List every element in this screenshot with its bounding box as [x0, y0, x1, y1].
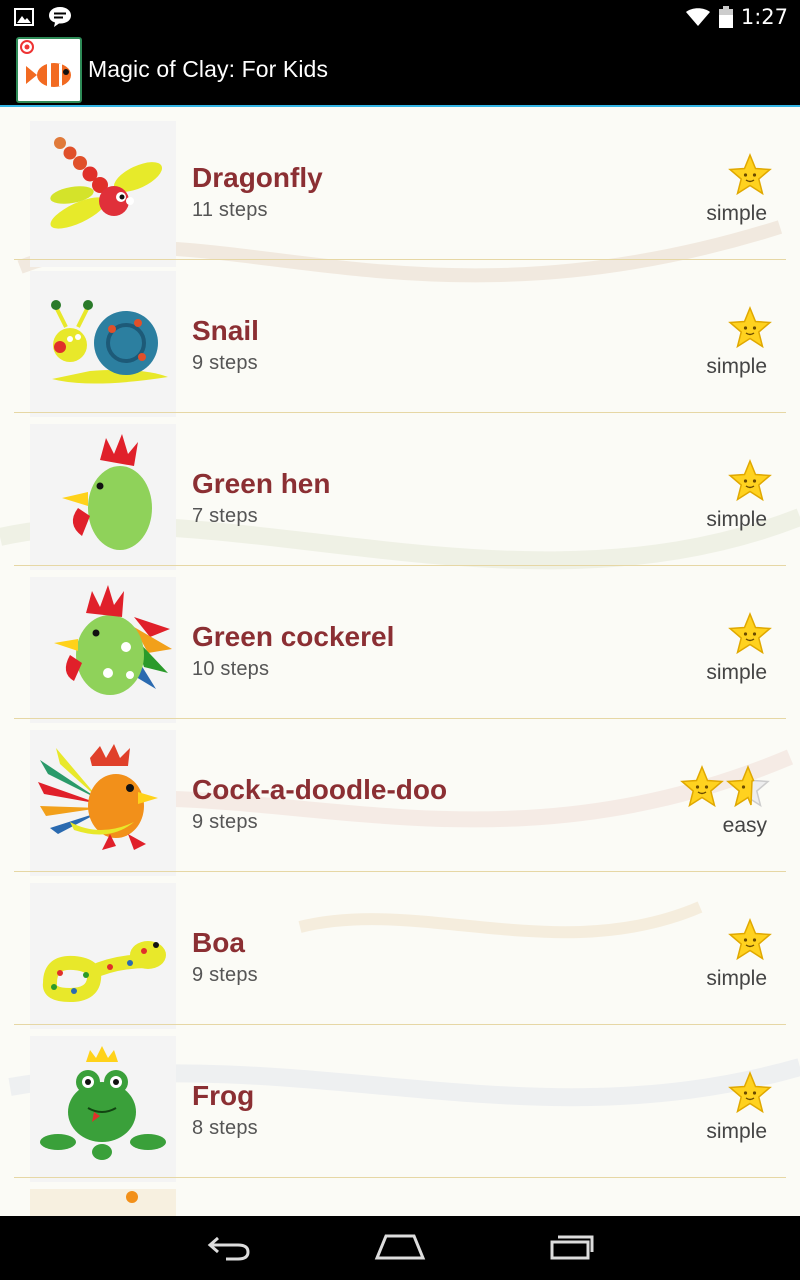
- green-cockerel-thumbnail: [30, 577, 176, 723]
- list-item[interactable]: Cock-a-doodle-doo 9 steps easy: [0, 719, 800, 876]
- difficulty-label: simple: [706, 355, 767, 378]
- difficulty-stars: [728, 459, 772, 503]
- item-title: Cock-a-doodle-doo: [192, 774, 448, 805]
- difficulty-stars: [728, 918, 772, 962]
- cock-a-doodle-doo-thumbnail: [30, 730, 176, 876]
- green-hen-thumbnail: [30, 424, 176, 570]
- list-item[interactable]: Snail 9 steps simple: [0, 260, 800, 417]
- item-title: Green cockerel: [192, 621, 395, 652]
- difficulty-stars: [728, 612, 772, 656]
- difficulty-stars: [728, 306, 772, 350]
- next-item-thumbnail: [30, 1189, 176, 1216]
- item-title: Snail: [192, 315, 259, 346]
- recipe-list-container[interactable]: Dragonfly 11 steps simple Snail 9 steps …: [0, 107, 800, 1216]
- item-steps: 7 steps: [192, 505, 258, 527]
- difficulty-stars: [680, 765, 770, 809]
- status-time: 1:27: [740, 4, 788, 29]
- star-icon: [728, 153, 772, 196]
- star-icon: [728, 459, 772, 502]
- wifi-icon: [685, 7, 710, 26]
- difficulty-label: simple: [706, 508, 767, 531]
- item-steps: 9 steps: [192, 352, 258, 374]
- boa-thumbnail: [30, 883, 176, 1029]
- item-steps: 8 steps: [192, 1117, 258, 1139]
- clownfish-app-icon[interactable]: [16, 36, 82, 103]
- difficulty-label: simple: [706, 202, 767, 225]
- battery-icon: [718, 5, 733, 28]
- list-item[interactable]: Green hen 7 steps simple: [0, 413, 800, 570]
- list-item[interactable]: Boa 9 steps simple: [0, 872, 800, 1029]
- dragonfly-thumbnail: [30, 121, 176, 267]
- snail-thumbnail: [30, 271, 176, 417]
- difficulty-label: simple: [706, 967, 767, 990]
- list-item[interactable]: [0, 1178, 800, 1216]
- difficulty-label: easy: [722, 814, 767, 837]
- star-icon: [728, 306, 772, 349]
- item-steps: 9 steps: [192, 964, 258, 986]
- item-steps: 11 steps: [192, 199, 268, 221]
- item-title: Boa: [192, 927, 245, 958]
- item-title: Frog: [192, 1080, 255, 1111]
- difficulty-stars: [728, 153, 772, 197]
- difficulty-label: simple: [706, 1120, 767, 1143]
- back-icon[interactable]: [206, 1232, 252, 1262]
- star-icon: [728, 1071, 772, 1114]
- image-notification-icon: [14, 7, 34, 26]
- star-icon: [726, 765, 770, 808]
- item-steps: 10 steps: [192, 658, 270, 680]
- list-item[interactable]: Green cockerel 10 steps simple: [0, 566, 800, 723]
- action-bar: Magic of Clay: For Kids: [0, 33, 800, 106]
- list-item[interactable]: Frog 8 steps simple: [0, 1025, 800, 1182]
- status-bar: 1:27: [0, 0, 800, 33]
- star-icon: [680, 765, 724, 808]
- item-title: Green hen: [192, 468, 331, 499]
- frog-thumbnail: [30, 1036, 176, 1182]
- list-item[interactable]: Dragonfly 11 steps simple: [0, 107, 800, 267]
- star-icon: [728, 918, 772, 961]
- recipe-list: Dragonfly 11 steps simple Snail 9 steps …: [0, 107, 800, 1216]
- navigation-bar: [0, 1216, 800, 1280]
- difficulty-stars: [728, 1071, 772, 1115]
- difficulty-label: simple: [706, 661, 767, 684]
- chat-notification-icon: [49, 6, 71, 27]
- item-steps: 9 steps: [192, 811, 258, 833]
- star-icon: [728, 612, 772, 655]
- home-icon[interactable]: [374, 1232, 426, 1262]
- item-title: Dragonfly: [192, 162, 323, 193]
- recent-apps-icon[interactable]: [548, 1232, 596, 1262]
- app-title: Magic of Clay: For Kids: [88, 56, 329, 82]
